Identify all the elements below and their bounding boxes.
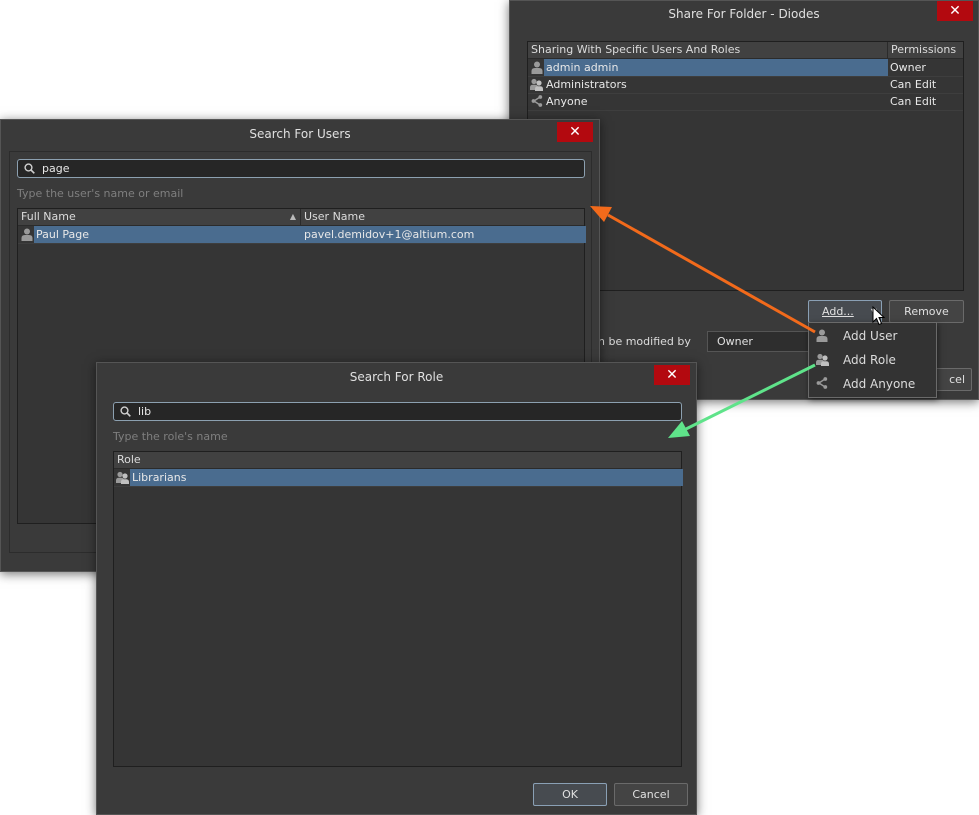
cancel-button[interactable]: Cancel xyxy=(614,783,688,806)
menu-item-add-role[interactable]: Add Role xyxy=(809,348,936,372)
users-dialog-title: Search For Users xyxy=(249,127,351,141)
add-button-label: Add... xyxy=(822,305,854,318)
role-icon xyxy=(116,471,129,484)
role-name: Librarians xyxy=(130,469,683,486)
sharing-row-name: Anyone xyxy=(546,95,588,108)
search-icon xyxy=(24,163,35,174)
search-role-dialog: Search For Role ✕ Type the role's name R… xyxy=(96,362,697,815)
search-icon xyxy=(120,406,131,417)
role-column-header[interactable]: Role xyxy=(114,452,683,468)
share-icon xyxy=(531,95,543,107)
sharing-row-name: Administrators xyxy=(546,78,627,91)
role-grid-header: Role xyxy=(114,452,681,469)
full-name-column-header[interactable]: Full Name ▲ xyxy=(18,209,300,225)
role-icon xyxy=(530,78,543,91)
menu-item-label: Add Anyone xyxy=(843,377,916,391)
close-icon: ✕ xyxy=(569,124,581,140)
user-icon xyxy=(21,228,33,241)
sharing-row-permission[interactable]: Can Edit xyxy=(890,76,936,93)
sharing-row[interactable]: admin admin Owner xyxy=(528,59,963,77)
users-search-input[interactable] xyxy=(42,160,578,177)
share-cancel-label: cel xyxy=(949,373,965,386)
sharing-row[interactable]: Administrators Can Edit xyxy=(528,76,963,94)
users-grid-header: Full Name ▲ User Name xyxy=(18,209,584,226)
user-icon xyxy=(531,61,543,74)
user-result-row[interactable]: Paul Page pavel.demidov+1@altium.com xyxy=(18,226,586,244)
role-dialog-title: Search For Role xyxy=(349,370,444,384)
role-dialog-close-button[interactable]: ✕ xyxy=(654,365,690,385)
add-button[interactable]: Add... ▼ xyxy=(808,300,882,323)
users-search-hint: Type the user's name or email xyxy=(17,187,184,200)
role-result-row[interactable]: Librarians xyxy=(114,469,683,487)
user-user-name: pavel.demidov+1@altium.com xyxy=(304,228,475,241)
menu-item-label: Add User xyxy=(843,329,898,343)
role-icon xyxy=(816,353,829,366)
sharing-row[interactable]: Anyone Can Edit xyxy=(528,93,963,111)
share-dialog-close-button[interactable]: ✕ xyxy=(937,1,973,21)
share-dialog-title: Share For Folder - Diodes xyxy=(668,7,820,21)
user-icon xyxy=(816,329,828,342)
permissions-column-header[interactable]: Permissions xyxy=(887,42,965,58)
add-dropdown-menu: Add User Add Role Add Anyone xyxy=(808,322,937,398)
sharing-column-header[interactable]: Sharing With Specific Users And Roles xyxy=(528,42,887,58)
remove-button[interactable]: Remove xyxy=(889,300,964,323)
role-search-box[interactable] xyxy=(113,402,682,421)
sharing-row-permission[interactable]: Can Edit xyxy=(890,93,936,110)
menu-item-add-anyone[interactable]: Add Anyone xyxy=(809,372,936,396)
sharing-row-permission[interactable]: Owner xyxy=(890,59,926,76)
menu-item-add-user[interactable]: Add User xyxy=(809,324,936,348)
user-name-column-header[interactable]: User Name xyxy=(300,209,586,225)
ok-button[interactable]: OK xyxy=(533,783,607,806)
sharing-grid-header: Sharing With Specific Users And Roles Pe… xyxy=(528,42,963,59)
role-search-hint: Type the role's name xyxy=(113,430,228,443)
users-dialog-close-button[interactable]: ✕ xyxy=(557,122,593,142)
share-icon xyxy=(816,377,828,389)
close-icon: ✕ xyxy=(666,367,678,383)
modified-by-label: n be modified by xyxy=(598,335,691,348)
close-icon: ✕ xyxy=(949,3,961,19)
sort-ascending-icon: ▲ xyxy=(289,212,296,221)
role-search-input[interactable] xyxy=(138,403,675,420)
role-grid: Role Librarians xyxy=(113,451,683,767)
mouse-cursor-icon xyxy=(872,306,886,326)
modified-by-select[interactable]: Owner xyxy=(707,331,811,352)
menu-item-label: Add Role xyxy=(843,353,896,367)
users-search-box[interactable] xyxy=(17,159,585,178)
full-name-column-label: Full Name xyxy=(21,210,76,223)
sharing-row-name: admin admin xyxy=(544,59,888,76)
